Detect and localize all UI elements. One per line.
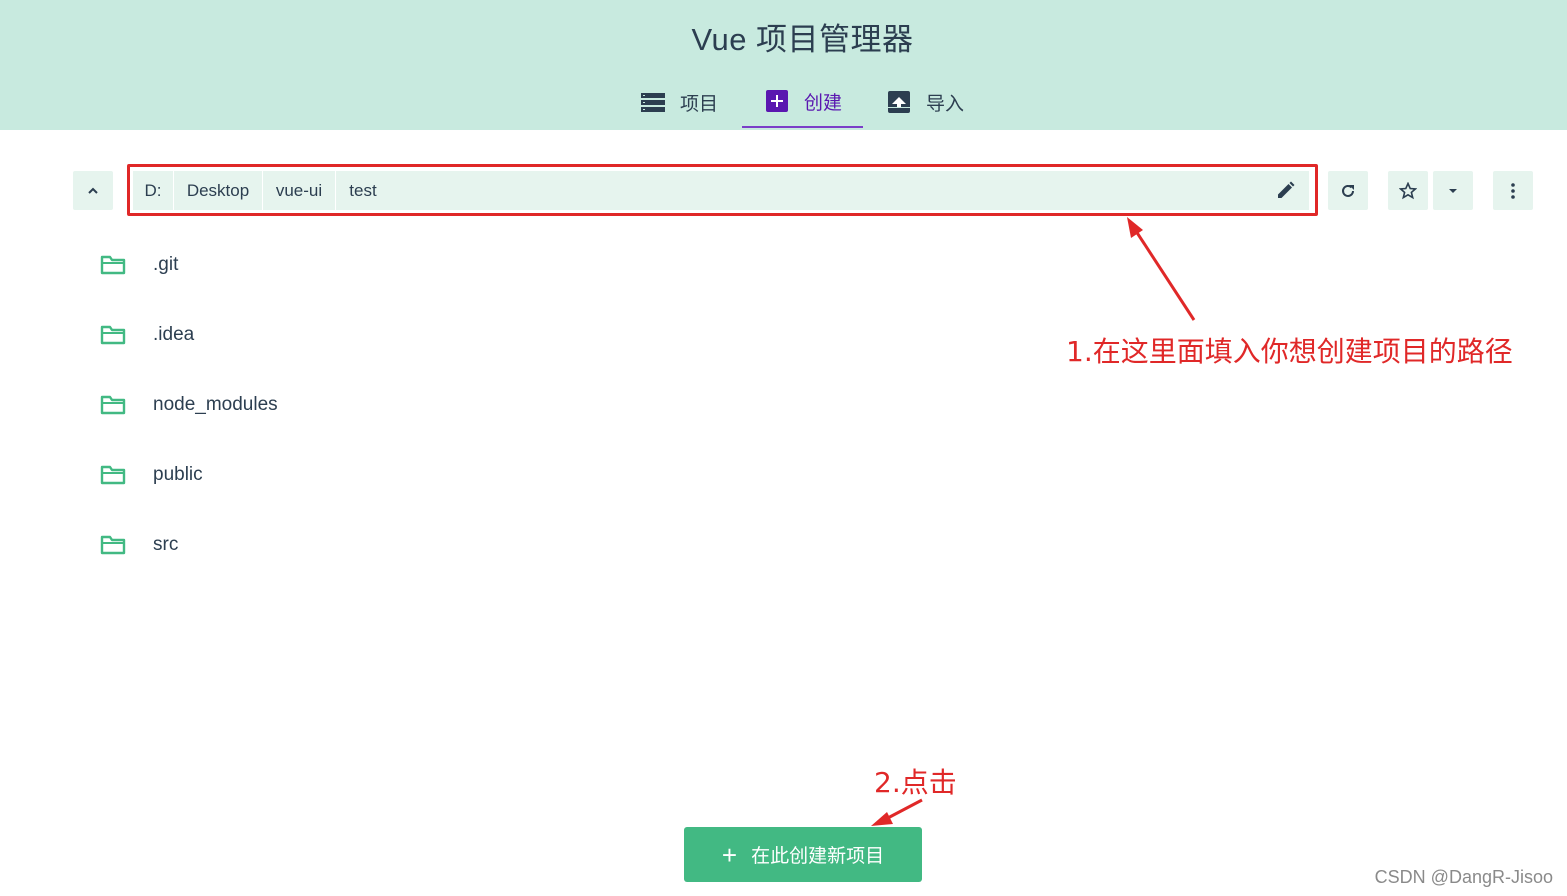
create-project-here-button[interactable]: + 在此创建新项目: [684, 827, 922, 882]
list-icon: [641, 93, 665, 112]
more-vertical-icon: [1511, 182, 1515, 199]
folder-item[interactable]: public: [100, 455, 203, 495]
add-box-icon: [766, 90, 788, 112]
plus-icon: +: [721, 839, 738, 870]
annotation-arrow: [883, 798, 923, 822]
tab-projects[interactable]: 项目: [640, 76, 718, 128]
folder-icon: [100, 465, 126, 485]
tab-bar: 项目 创建 导入: [0, 76, 1567, 130]
annotation-step-2: 2.点击: [874, 766, 957, 799]
annotation-arrow: [1132, 227, 1196, 321]
tab-create[interactable]: 创建: [742, 76, 863, 128]
favorite-button[interactable]: [1388, 171, 1428, 210]
folder-icon: [100, 255, 126, 275]
star-outline-icon: [1399, 181, 1417, 199]
parent-folder-button[interactable]: [73, 171, 113, 210]
folder-icon: [100, 395, 126, 415]
folder-name: .idea: [153, 324, 195, 345]
refresh-button[interactable]: [1328, 171, 1368, 210]
edit-icon[interactable]: [1276, 181, 1295, 200]
folder-name: .git: [153, 254, 179, 275]
tab-label: 创建: [804, 92, 843, 114]
folder-name: src: [153, 534, 179, 555]
arrow-head: [871, 812, 893, 826]
arrow-head: [1127, 217, 1143, 238]
app-header: Vue 项目管理器 项目 创建 导入: [0, 0, 1567, 130]
unarchive-icon: [888, 91, 910, 113]
path-breadcrumb[interactable]: D: Desktop vue-ui test: [133, 171, 1309, 210]
tab-label: 项目: [680, 93, 719, 115]
folder-item[interactable]: src: [100, 525, 178, 565]
folder-item[interactable]: .idea: [100, 315, 194, 355]
tab-import[interactable]: 导入: [886, 76, 964, 128]
path-segment[interactable]: test: [336, 171, 390, 210]
path-segment[interactable]: D:: [133, 171, 173, 210]
tab-label: 导入: [926, 93, 965, 115]
create-button-label: 在此创建新项目: [751, 846, 885, 867]
caret-down-icon: [1449, 188, 1457, 193]
folder-icon: [100, 325, 126, 345]
chevron-up-icon: [88, 187, 98, 194]
folder-name: public: [153, 464, 203, 485]
favorites-dropdown-button[interactable]: [1433, 171, 1473, 210]
refresh-icon: [1342, 184, 1354, 197]
folder-icon: [100, 535, 126, 555]
annotation-step-1: 1.在这里面填入你想创建项目的路径: [1066, 335, 1513, 368]
folder-item[interactable]: node_modules: [100, 385, 278, 425]
folder-name: node_modules: [153, 394, 278, 415]
more-options-button[interactable]: [1493, 171, 1533, 210]
annotation-arrows: [871, 217, 1196, 826]
app-title: Vue 项目管理器: [691, 22, 914, 57]
folder-item[interactable]: .git: [100, 245, 178, 285]
path-segment[interactable]: vue-ui: [263, 171, 335, 210]
path-segment[interactable]: Desktop: [174, 171, 262, 210]
watermark: CSDN @DangR-Jisoo: [1374, 867, 1553, 887]
